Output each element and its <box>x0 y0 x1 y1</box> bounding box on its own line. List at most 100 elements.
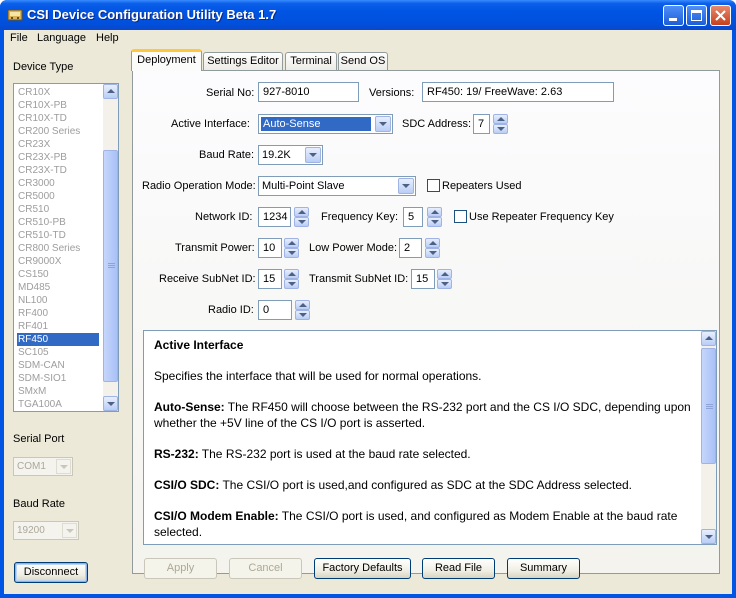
scroll-thumb[interactable] <box>103 150 118 382</box>
device-list-item[interactable]: SMxM <box>17 385 99 398</box>
device-list-item[interactable]: SDM-SIO1 <box>17 372 99 385</box>
device-list-item[interactable]: RF401 <box>17 320 99 333</box>
active-interface-dropdown[interactable] <box>375 116 391 132</box>
serial-no-field[interactable]: 927-8010 <box>258 82 359 102</box>
baud-rate-dropdown[interactable] <box>305 147 321 163</box>
device-list-item[interactable]: SDM-CAN <box>17 359 99 372</box>
device-list-item[interactable]: CR23X-TD <box>17 164 99 177</box>
maximize-button[interactable] <box>686 5 707 26</box>
device-list-item[interactable]: NL100 <box>17 294 99 307</box>
device-list-item[interactable]: CR23X-PB <box>17 151 99 164</box>
spin-down-button[interactable] <box>437 279 452 289</box>
tab-deployment[interactable]: Deployment <box>131 49 202 71</box>
device-list-item[interactable]: CR510-TD <box>17 229 99 242</box>
minimize-button[interactable] <box>663 5 684 26</box>
help-text-box[interactable]: Active Interface Specifies the interface… <box>143 330 717 545</box>
frequency-key-spinner[interactable] <box>427 207 443 227</box>
low-power-mode-field[interactable]: 2 <box>399 238 422 258</box>
spin-up-button[interactable] <box>284 238 299 248</box>
device-list-item[interactable]: CR23X <box>17 138 99 151</box>
device-list-item[interactable]: RF450 <box>17 333 99 346</box>
read-file-button[interactable]: Read File <box>422 558 495 579</box>
spin-up-button[interactable] <box>493 114 508 124</box>
device-list-item[interactable]: CR10X <box>17 86 99 99</box>
spin-down-button[interactable] <box>493 124 508 134</box>
tab-terminal[interactable]: Terminal <box>285 52 337 70</box>
device-list-item[interactable]: CR9000X <box>17 255 99 268</box>
spin-up-button[interactable] <box>427 207 442 217</box>
device-list-item[interactable]: RF400 <box>17 307 99 320</box>
menu-language[interactable]: Language <box>37 32 86 44</box>
tab-settings-editor[interactable]: Settings Editor <box>203 52 283 70</box>
device-list-item[interactable]: SC105 <box>17 346 99 359</box>
menu-file[interactable]: File <box>10 32 28 44</box>
spin-up-button[interactable] <box>284 269 299 279</box>
network-id-field[interactable]: 1234 <box>258 207 291 227</box>
spin-up-button[interactable] <box>294 207 309 217</box>
disconnect-button[interactable]: Disconnect <box>14 562 88 583</box>
spin-down-button[interactable] <box>284 248 299 258</box>
spin-down-button[interactable] <box>427 217 442 227</box>
receive-subnet-spinner[interactable] <box>284 269 300 289</box>
radio-mode-select[interactable]: Multi-Point Slave <box>258 176 416 196</box>
baud-rate-sidebar-dropdown[interactable] <box>62 523 77 538</box>
sdc-address-spinner[interactable] <box>493 114 509 134</box>
radio-mode-dropdown[interactable] <box>398 178 414 194</box>
factory-defaults-button[interactable]: Factory Defaults <box>314 558 411 579</box>
device-list-item[interactable]: CR3000 <box>17 177 99 190</box>
serial-port-select[interactable]: COM1 <box>13 457 73 476</box>
sdc-address-field[interactable]: 7 <box>473 114 490 134</box>
transmit-subnet-field[interactable]: 15 <box>411 269 435 289</box>
device-list-item[interactable]: MD485 <box>17 281 99 294</box>
spin-down-button[interactable] <box>284 279 299 289</box>
use-repeater-frequency-checkbox[interactable] <box>454 210 467 223</box>
scroll-up-button[interactable] <box>103 84 118 99</box>
cancel-button[interactable]: Cancel <box>229 558 302 579</box>
network-id-spinner[interactable] <box>294 207 310 227</box>
transmit-power-field[interactable]: 10 <box>258 238 282 258</box>
spin-up-button[interactable] <box>437 269 452 279</box>
radio-id-field[interactable]: 0 <box>258 300 292 320</box>
title-bar[interactable]: CSI Device Configuration Utility Beta 1.… <box>0 0 736 30</box>
menu-help[interactable]: Help <box>96 32 119 44</box>
tab-send-os[interactable]: Send OS <box>338 52 388 70</box>
baud-rate-select[interactable]: 19.2K <box>258 145 323 165</box>
device-list-item[interactable]: CR510 <box>17 203 99 216</box>
device-list-item[interactable]: CR10X-TD <box>17 112 99 125</box>
help-scroll-thumb[interactable] <box>701 348 716 464</box>
spin-down-button[interactable] <box>425 248 440 258</box>
serial-port-dropdown[interactable] <box>56 459 71 474</box>
spin-down-button[interactable] <box>295 310 310 320</box>
summary-button[interactable]: Summary <box>507 558 580 579</box>
low-power-mode-spinner[interactable] <box>425 238 441 258</box>
device-list-scrollbar[interactable] <box>103 84 118 411</box>
device-list-item[interactable]: CR10X-PB <box>17 99 99 112</box>
app-window: CSI Device Configuration Utility Beta 1.… <box>0 0 736 598</box>
versions-field[interactable]: RF450: 19/ FreeWave: 2.63 <box>422 82 614 102</box>
device-list-item[interactable]: CR510-PB <box>17 216 99 229</box>
help-scroll-down-button[interactable] <box>701 529 716 544</box>
spin-up-button[interactable] <box>425 238 440 248</box>
device-list-item[interactable]: TGA100A <box>17 398 99 411</box>
repeaters-used-checkbox[interactable] <box>427 179 440 192</box>
spin-up-button[interactable] <box>295 300 310 310</box>
chevron-up-icon <box>705 336 713 340</box>
spin-down-button[interactable] <box>294 217 309 227</box>
receive-subnet-field[interactable]: 15 <box>258 269 282 289</box>
device-list-item[interactable]: CR800 Series <box>17 242 99 255</box>
apply-button[interactable]: Apply <box>144 558 217 579</box>
device-list-item[interactable]: CS150 <box>17 268 99 281</box>
transmit-subnet-spinner[interactable] <box>437 269 453 289</box>
baud-rate-sidebar-select[interactable]: 19200 <box>13 521 79 540</box>
device-list-item[interactable]: CR200 Series <box>17 125 99 138</box>
device-type-list[interactable]: CR10X CR10X-PB CR10X-TD CR200 Series CR23X CR… <box>13 83 119 412</box>
help-scrollbar[interactable] <box>701 331 716 544</box>
radio-id-spinner[interactable] <box>295 300 311 320</box>
active-interface-select[interactable]: Auto-Sense <box>258 114 393 134</box>
scroll-down-button[interactable] <box>103 396 118 411</box>
transmit-power-spinner[interactable] <box>284 238 300 258</box>
close-button[interactable] <box>710 5 731 26</box>
device-list-item[interactable]: CR5000 <box>17 190 99 203</box>
frequency-key-field[interactable]: 5 <box>403 207 423 227</box>
help-scroll-up-button[interactable] <box>701 331 716 346</box>
